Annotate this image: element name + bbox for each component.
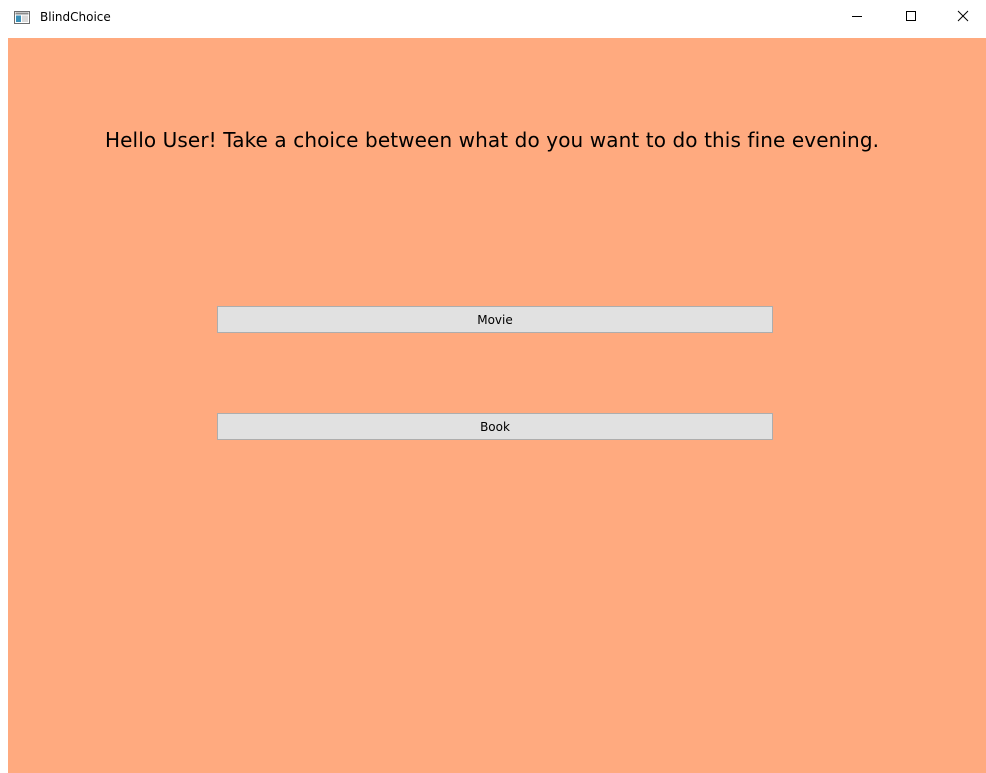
book-button-label: Book [480,419,510,434]
movie-button[interactable]: Movie [217,306,773,333]
app-window-icon [14,11,30,24]
window-title: BlindChoice [40,10,111,24]
greeting-text: Hello User! Take a choice between what d… [105,128,880,152]
maximize-icon [905,9,917,27]
minimize-icon [851,9,863,27]
title-bar[interactable]: BlindChoice [0,0,986,36]
close-button[interactable] [940,0,986,36]
maximize-button[interactable] [888,0,934,36]
book-button[interactable]: Book [217,413,773,440]
minimize-button[interactable] [834,0,880,36]
movie-button-label: Movie [477,312,513,327]
app-window: BlindChoice Hello User! Take a choice be… [0,0,986,773]
close-icon [957,9,969,27]
main-panel: Hello User! Take a choice between what d… [8,38,986,773]
